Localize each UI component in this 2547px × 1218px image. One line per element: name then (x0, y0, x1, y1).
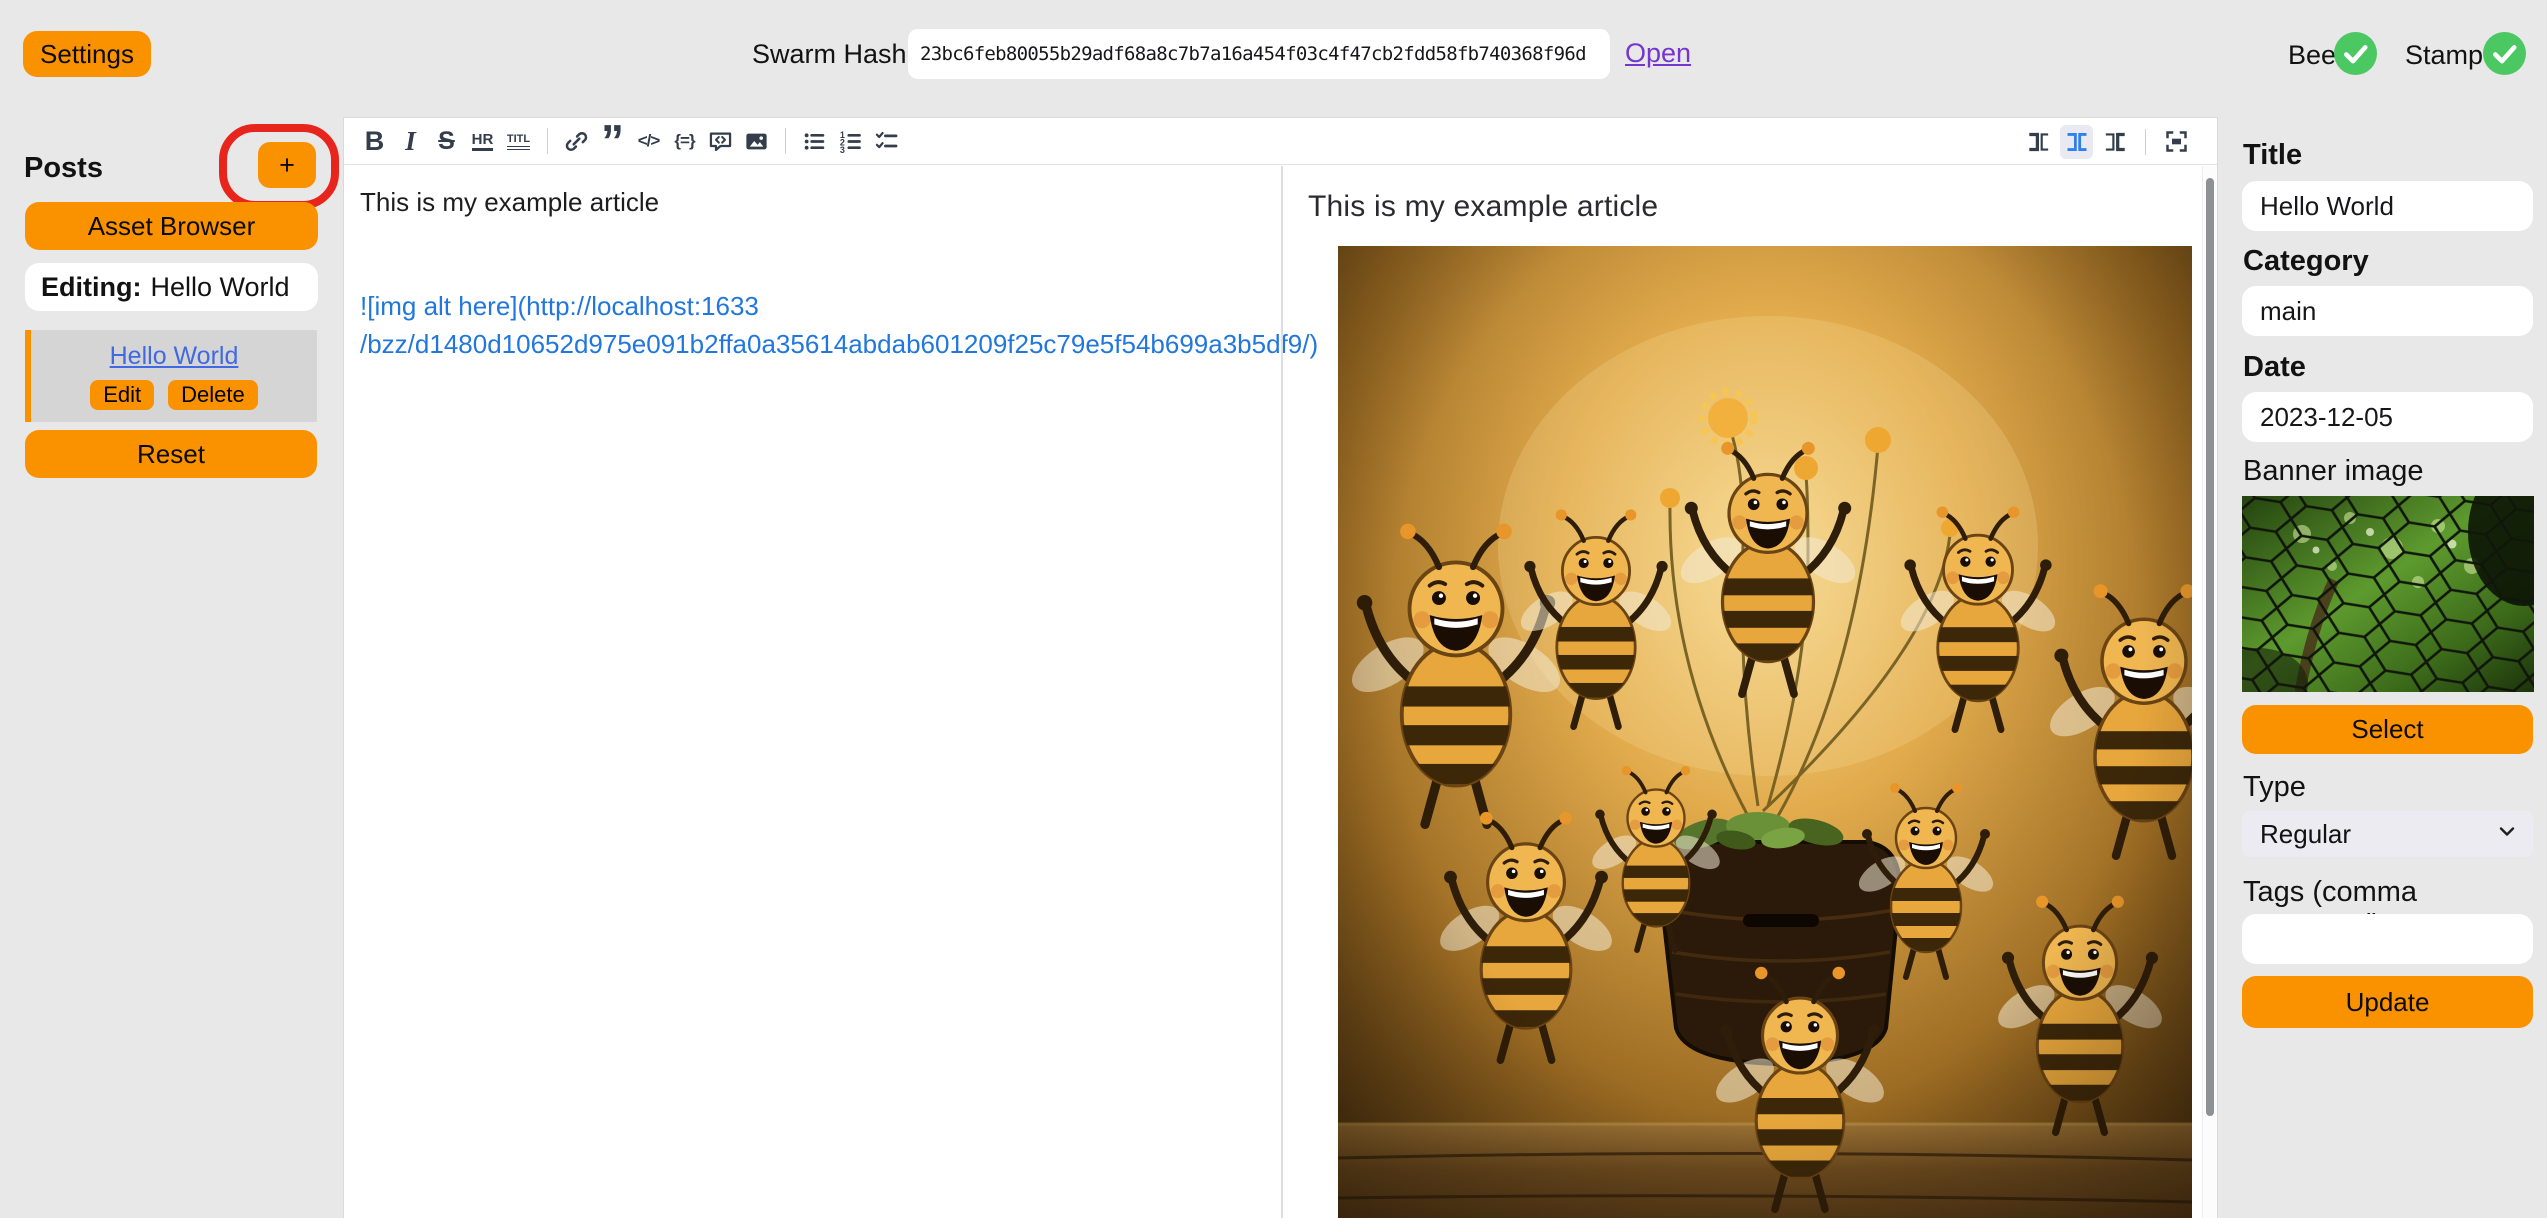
horizontal-rule-icon[interactable]: HR (466, 124, 499, 158)
quote-icon[interactable]: ” (596, 124, 629, 158)
preview-paragraph: This is my example article (1308, 190, 2201, 224)
unordered-list-icon[interactable] (798, 124, 831, 158)
date-input[interactable] (2242, 392, 2533, 442)
svg-text:3: 3 (840, 144, 845, 154)
comment-code-icon[interactable] (704, 124, 737, 158)
code-block-icon[interactable]: {=} (668, 124, 701, 158)
tags-input[interactable] (2242, 914, 2533, 964)
type-label: Type (2243, 771, 2306, 804)
editor-text-line: This is my example article (360, 183, 1265, 221)
bee-check-icon (2334, 32, 2377, 75)
type-select-value: Regular (2260, 819, 2351, 850)
article-bee-illustration (1338, 246, 2192, 1218)
edit-post-button[interactable]: Edit (90, 380, 154, 410)
banner-image-thumbnail (2242, 496, 2534, 692)
type-select[interactable]: Regular (2242, 811, 2533, 857)
markdown-editor-panel: B I S HR TITL ” </> {=} (343, 117, 2218, 1218)
select-banner-button[interactable]: Select (2242, 705, 2533, 754)
chevron-down-icon (2495, 819, 2519, 850)
preview-scrollbar[interactable] (2202, 166, 2217, 1218)
post-settings-sidebar: Title Category Date Banner image Select … (2219, 117, 2547, 1218)
stamp-status-label: Stamp (2405, 40, 2483, 71)
toolbar-divider (2145, 129, 2146, 155)
title-icon[interactable]: TITL (502, 124, 535, 158)
view-editor-only-icon[interactable] (2022, 125, 2055, 159)
post-title-link[interactable]: Hello World (110, 342, 239, 371)
italic-icon[interactable]: I (394, 124, 427, 158)
scrollbar-thumb[interactable] (2206, 178, 2214, 1116)
post-actions: Edit Delete (90, 380, 258, 410)
toolbar-divider (547, 128, 548, 154)
delete-post-button[interactable]: Delete (168, 380, 258, 410)
markdown-preview: This is my example article (1283, 166, 2201, 1218)
add-post-button[interactable]: + (258, 142, 316, 188)
category-input[interactable] (2242, 286, 2533, 336)
toolbar-divider (785, 128, 786, 154)
bold-icon[interactable]: B (358, 124, 391, 158)
inline-code-icon[interactable]: </> (632, 124, 665, 158)
image-icon[interactable] (740, 124, 773, 158)
bee-status-label: Bee (2288, 40, 2336, 71)
ordered-list-icon[interactable]: 1 2 3 (834, 124, 867, 158)
swarm-hash-input[interactable] (908, 29, 1610, 79)
task-list-icon[interactable] (870, 124, 903, 158)
view-preview-only-icon[interactable] (2098, 125, 2131, 159)
strikethrough-icon[interactable]: S (430, 124, 463, 158)
editor-toolbar: B I S HR TITL ” </> {=} (344, 118, 2217, 165)
post-list-item: Hello World Edit Delete (25, 330, 317, 422)
view-split-icon[interactable] (2060, 125, 2093, 159)
editing-post-title: Hello World (150, 272, 289, 303)
swarm-hash-label: Swarm Hash (752, 39, 907, 70)
date-label: Date (2243, 351, 2306, 384)
banner-image-label: Banner image (2243, 455, 2424, 488)
posts-heading: Posts (24, 152, 103, 185)
open-link[interactable]: Open (1625, 38, 1691, 69)
asset-browser-button[interactable]: Asset Browser (25, 202, 318, 250)
title-label: Title (2243, 139, 2302, 172)
reset-button[interactable]: Reset (25, 430, 317, 478)
fullscreen-icon[interactable] (2160, 125, 2193, 159)
editing-prefix: Editing: (41, 272, 141, 303)
settings-button[interactable]: Settings (23, 31, 151, 77)
update-button[interactable]: Update (2242, 976, 2533, 1028)
title-input[interactable] (2242, 181, 2533, 231)
markdown-image-syntax: ![img alt here](http://localhost:1633 /b… (360, 287, 1265, 363)
category-label: Category (2243, 245, 2369, 278)
link-icon[interactable] (560, 124, 593, 158)
view-controls (2022, 118, 2193, 165)
stamp-check-icon (2483, 32, 2526, 75)
editing-status: Editing: Hello World (25, 263, 318, 311)
markdown-editor[interactable]: This is my example article ![img alt her… (344, 166, 1281, 1218)
